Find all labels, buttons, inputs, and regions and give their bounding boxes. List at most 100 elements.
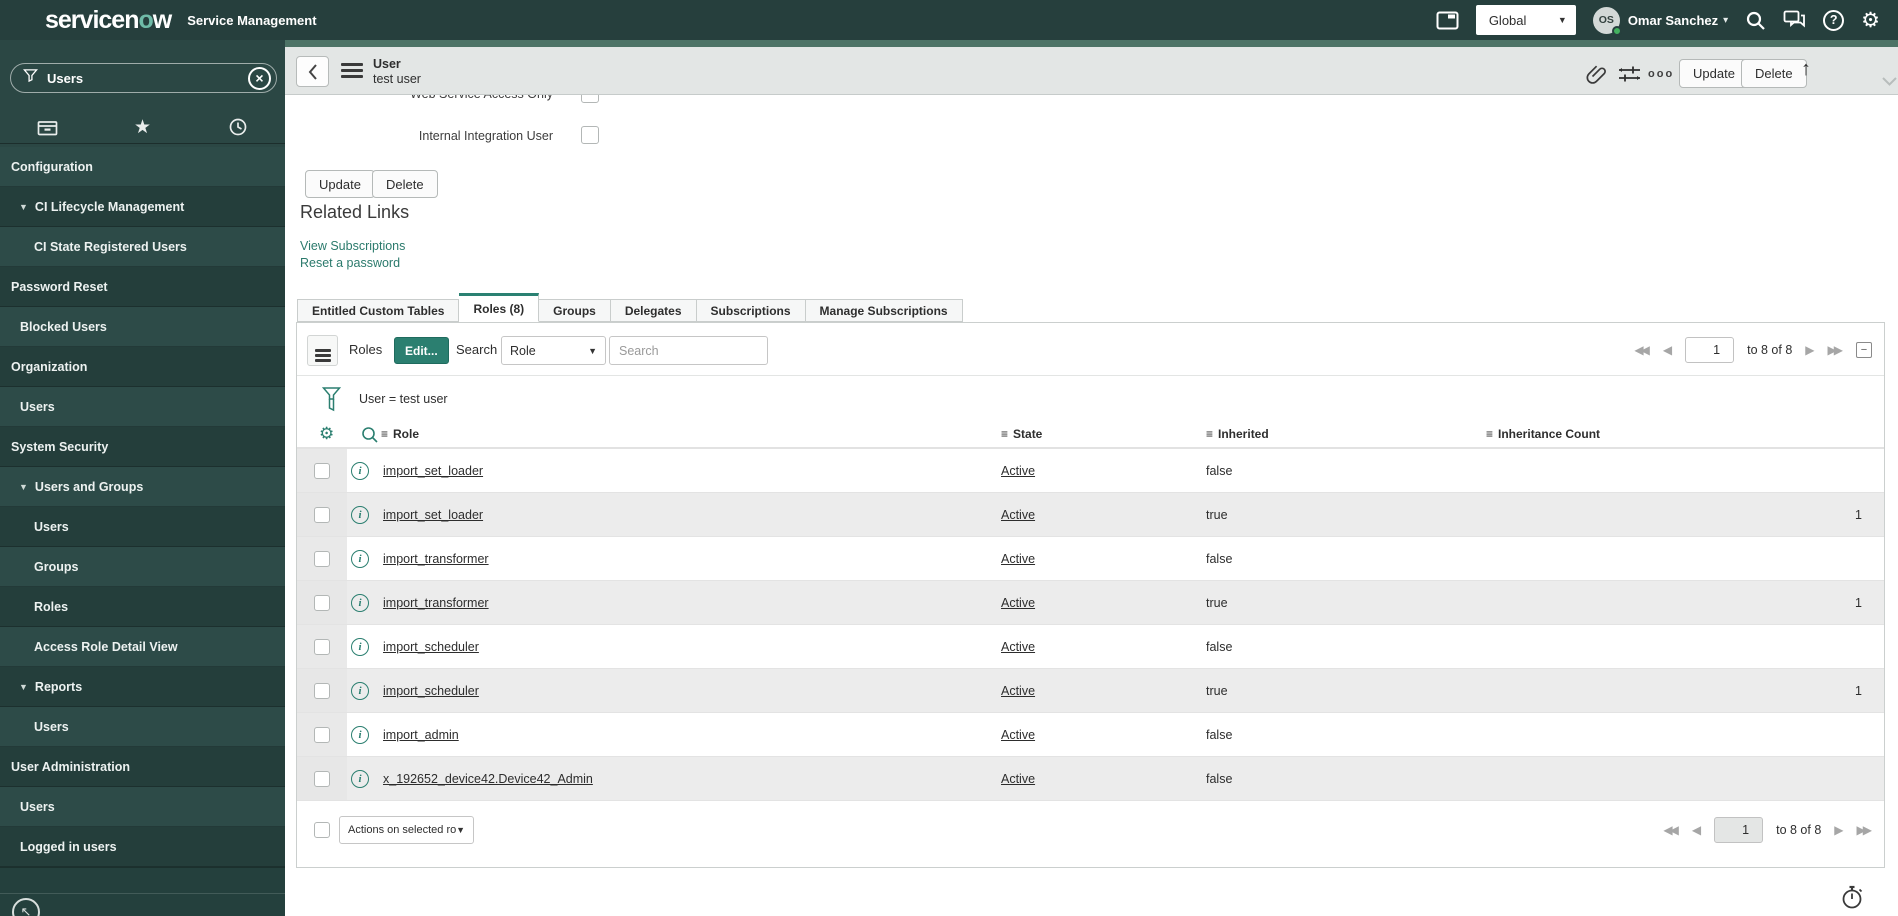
row-checkbox[interactable] [314, 682, 330, 699]
sidebar-item-users[interactable]: Users [0, 707, 285, 747]
breadcrumb-filter[interactable]: User = test user [359, 392, 448, 406]
row-checkbox[interactable] [314, 550, 330, 567]
all-applications-icon[interactable] [0, 111, 95, 143]
role-link[interactable]: import_transformer [383, 552, 489, 566]
tab-subscriptions[interactable]: Subscriptions [696, 299, 806, 322]
role-link[interactable]: import_set_loader [383, 464, 483, 478]
record-preview-icon[interactable]: i [351, 725, 369, 744]
sidebar-item-access-role-detail-view[interactable]: Access Role Detail View [0, 627, 285, 667]
sidebar-item-groups[interactable]: Groups [0, 547, 285, 587]
first-page-icon[interactable]: ◀◀ [1634, 344, 1650, 356]
last-page-icon[interactable]: ▶▶ [1828, 344, 1844, 356]
column-search-icon[interactable] [361, 426, 379, 449]
tab-roles-8-[interactable]: Roles (8) [459, 293, 540, 322]
column-header-state[interactable]: ≡ State [1001, 427, 1042, 441]
list-search-input[interactable] [609, 336, 768, 365]
sidebar-item-reports[interactable]: ▼ Reports [0, 667, 285, 707]
delete-button-header[interactable]: Delete [1741, 59, 1807, 88]
view-subscriptions-link[interactable]: View Subscriptions [300, 239, 405, 253]
role-link[interactable]: x_192652_device42.Device42_Admin [383, 772, 593, 786]
personalize-form-icon[interactable] [1618, 65, 1641, 89]
scroll-to-top-icon[interactable]: ↑ [1801, 58, 1811, 81]
row-checkbox[interactable] [314, 770, 330, 787]
collapse-list-icon[interactable]: − [1856, 342, 1872, 358]
user-menu[interactable]: OS Omar Sanchez ▾ [1592, 6, 1728, 36]
column-header-inheritance-count[interactable]: ≡ Inheritance Count [1486, 427, 1600, 441]
tab-delegates[interactable]: Delegates [610, 299, 697, 322]
row-checkbox[interactable] [314, 638, 330, 655]
state-link[interactable]: Active [1001, 684, 1035, 698]
state-link[interactable]: Active [1001, 508, 1035, 522]
role-link[interactable]: import_admin [383, 728, 459, 742]
first-page-icon[interactable]: ◀◀ [1663, 824, 1679, 836]
role-link[interactable]: import_set_loader [383, 508, 483, 522]
navigator-search[interactable]: Users × [10, 63, 277, 93]
more-options-icon[interactable]: ooo [1648, 68, 1674, 80]
list-gear-icon[interactable]: ⚙ [319, 424, 334, 444]
response-time-icon[interactable] [1841, 885, 1864, 915]
search-column-select[interactable]: Role ▼ [501, 336, 606, 365]
column-header-inherited[interactable]: ≡ Inherited [1206, 427, 1269, 441]
record-preview-icon[interactable]: i [351, 637, 369, 656]
sidebar-item-users-and-groups[interactable]: ▼ Users and Groups [0, 467, 285, 507]
edit-button[interactable]: Edit... [394, 337, 449, 364]
update-button[interactable]: Update [305, 170, 375, 198]
record-preview-icon[interactable]: i [351, 461, 369, 480]
page-number-input[interactable] [1685, 337, 1735, 363]
state-link[interactable]: Active [1001, 640, 1035, 654]
delete-button[interactable]: Delete [372, 170, 438, 198]
last-page-icon[interactable]: ▶▶ [1857, 824, 1873, 836]
application-scope-select[interactable]: Global ▼ [1475, 5, 1576, 35]
state-link[interactable]: Active [1001, 728, 1035, 742]
sidebar-item-configuration[interactable]: Configuration [0, 147, 285, 187]
record-preview-icon[interactable]: i [351, 681, 369, 700]
window-switch-icon[interactable] [1436, 11, 1459, 30]
form-context-menu-icon[interactable] [341, 63, 363, 79]
state-link[interactable]: Active [1001, 464, 1035, 478]
sidebar-item-user-administration[interactable]: User Administration [0, 747, 285, 787]
page-number-input[interactable] [1714, 817, 1764, 843]
sidebar-item-logged-in-users[interactable]: Logged in users [0, 827, 285, 867]
record-preview-icon[interactable]: i [351, 593, 369, 612]
sidebar-item-ci-lifecycle-management[interactable]: ▼ CI Lifecycle Management [0, 187, 285, 227]
record-preview-icon[interactable]: i [351, 549, 369, 568]
row-checkbox[interactable] [314, 594, 330, 611]
update-button-header[interactable]: Update [1679, 59, 1749, 88]
tab-manage-subscriptions[interactable]: Manage Subscriptions [805, 299, 963, 322]
sidebar-item-users[interactable]: Users [0, 387, 285, 427]
record-preview-icon[interactable]: i [351, 769, 369, 788]
row-checkbox[interactable] [314, 726, 330, 743]
select-all-checkbox[interactable] [314, 822, 330, 838]
favorites-icon[interactable]: ★ [95, 111, 190, 143]
row-checkbox[interactable] [314, 462, 330, 479]
next-page-icon[interactable]: ▶ [1834, 824, 1843, 836]
tab-groups[interactable]: Groups [539, 299, 611, 322]
role-link[interactable]: import_scheduler [383, 684, 479, 698]
history-icon[interactable] [190, 111, 285, 143]
role-link[interactable]: import_scheduler [383, 640, 479, 654]
sidebar-item-users[interactable]: Users [0, 787, 285, 827]
role-link[interactable]: import_transformer [383, 596, 489, 610]
sidebar-item-organization[interactable]: Organization [0, 347, 285, 387]
internal-integration-user-checkbox[interactable] [581, 126, 599, 144]
chat-icon[interactable] [1783, 10, 1806, 30]
back-button[interactable] [296, 56, 329, 87]
gear-icon[interactable]: ⚙ [1861, 10, 1880, 31]
row-checkbox[interactable] [314, 506, 330, 523]
record-preview-icon[interactable]: i [351, 505, 369, 524]
tab-entitled-custom-tables[interactable]: Entitled Custom Tables [297, 299, 460, 322]
sidebar-item-blocked-users[interactable]: Blocked Users [0, 307, 285, 347]
state-link[interactable]: Active [1001, 552, 1035, 566]
sidebar-item-ci-state-registered-users[interactable]: CI State Registered Users [0, 227, 285, 267]
filter-icon[interactable] [321, 386, 342, 417]
previous-page-icon[interactable]: ◀ [1663, 344, 1672, 356]
sidebar-item-roles[interactable]: Roles [0, 587, 285, 627]
attachment-icon[interactable] [1586, 63, 1607, 91]
sidebar-item-users[interactable]: Users [0, 507, 285, 547]
help-icon[interactable]: ? [1823, 9, 1845, 31]
reset-password-link[interactable]: Reset a password [300, 256, 400, 270]
clear-search-icon[interactable]: × [248, 66, 271, 90]
servicenow-logo[interactable]: servicenow [45, 6, 172, 35]
search-icon[interactable] [1745, 10, 1766, 31]
sidebar-item-password-reset[interactable]: Password Reset [0, 267, 285, 307]
